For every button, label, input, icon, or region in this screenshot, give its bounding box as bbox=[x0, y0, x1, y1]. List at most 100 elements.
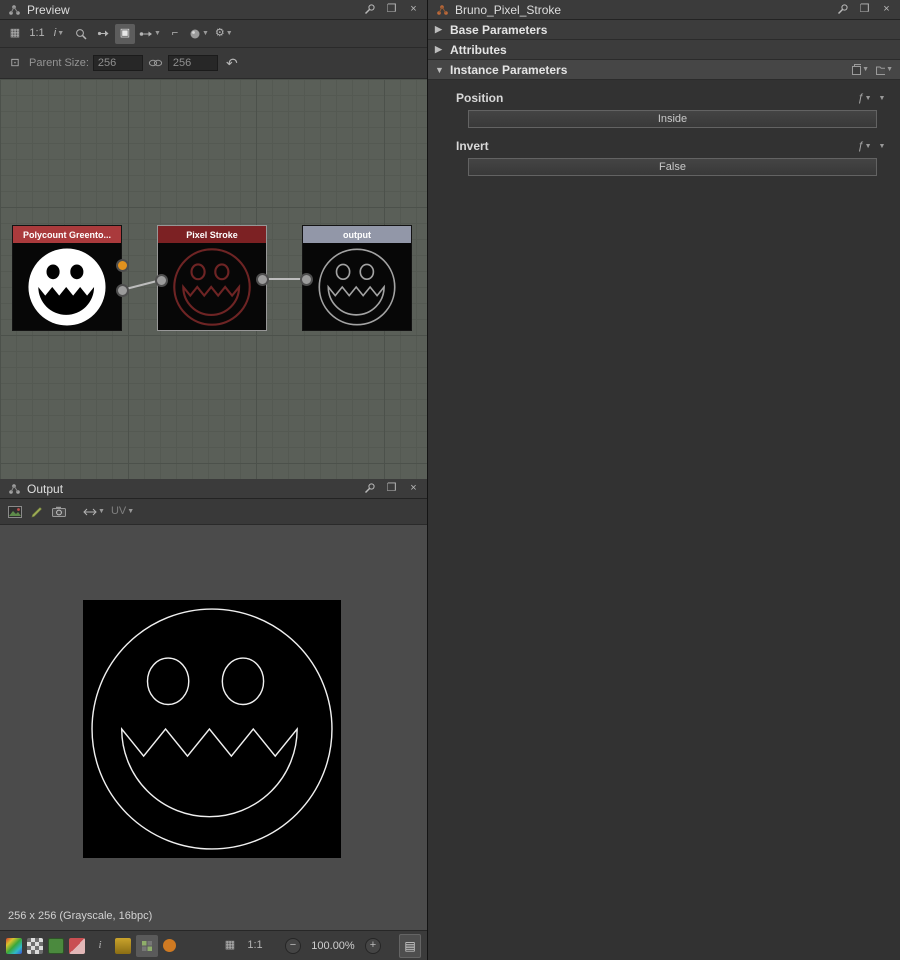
pixel-grid-button[interactable]: ▦ bbox=[220, 936, 240, 956]
resize-icon: ⊡ bbox=[10, 56, 20, 69]
link-dimensions-icon[interactable] bbox=[147, 56, 164, 71]
section-base-parameters[interactable]: ▶ Base Parameters bbox=[428, 20, 900, 40]
float-window-icon[interactable]: ❐ bbox=[383, 2, 400, 17]
uv-mode-button[interactable]: UV ▼ bbox=[109, 502, 136, 522]
param-menu-button[interactable]: ▼ bbox=[873, 91, 890, 106]
close-icon[interactable]: × bbox=[405, 481, 422, 496]
filtering-mode-button[interactable]: ▤ bbox=[399, 933, 421, 958]
output-panel-title: Output bbox=[27, 481, 64, 496]
snap-corner-button[interactable]: ⌐ bbox=[165, 24, 185, 44]
position-value-button[interactable]: Inside bbox=[468, 110, 877, 128]
info-button[interactable]: i ▼ bbox=[49, 24, 69, 44]
material-preview-button[interactable]: ▼ bbox=[187, 24, 211, 44]
panel-settings-button[interactable] bbox=[361, 2, 378, 17]
color-swatch-icon[interactable] bbox=[69, 937, 85, 954]
output-port[interactable] bbox=[256, 273, 269, 286]
parent-height-input[interactable] bbox=[167, 55, 218, 71]
reset-size-button[interactable]: ↶ bbox=[222, 53, 242, 73]
edit-image-button[interactable] bbox=[27, 502, 47, 522]
function-button[interactable]: ƒ ▼ bbox=[856, 139, 873, 154]
param-position: Position ƒ ▼ ▼ Inside bbox=[428, 89, 900, 128]
param-menu-button[interactable]: ▼ bbox=[873, 139, 890, 154]
preview-titlebar: Preview ❐ × bbox=[0, 0, 427, 20]
param-row: Invert ƒ ▼ ▼ bbox=[428, 137, 900, 155]
node-properties-icon bbox=[433, 2, 450, 17]
histogram-icon[interactable] bbox=[115, 937, 131, 954]
node-output[interactable]: output bbox=[302, 225, 412, 331]
preview-toolbar: ▦ 1:1 i ▼ ▣ ▼ ⌐ ▼ ⚙ ▼ bbox=[0, 20, 427, 48]
parent-width-input[interactable] bbox=[92, 55, 143, 71]
parent-size-toolbar: ⊡ Parent Size: ↶ bbox=[0, 48, 427, 79]
zoom-1-1-button[interactable]: 1:1 bbox=[27, 24, 47, 44]
invert-value-button[interactable]: False bbox=[468, 158, 877, 176]
grid-view-button[interactable]: ▦ bbox=[5, 24, 25, 44]
link-nodes-button[interactable] bbox=[93, 24, 113, 44]
smiley-outline-image bbox=[91, 608, 333, 850]
chevron-right-icon: ▶ bbox=[435, 44, 442, 54]
param-invert: Invert ƒ ▼ ▼ False bbox=[428, 137, 900, 176]
chevron-down-icon: ▼ bbox=[201, 30, 209, 37]
snapshot-camera-button[interactable] bbox=[49, 502, 69, 522]
image-view-area[interactable]: 256 x 256 (Grayscale, 16bpc) bbox=[0, 525, 427, 930]
node-header[interactable]: Pixel Stroke bbox=[158, 226, 266, 243]
node-pixel-stroke[interactable]: Pixel Stroke bbox=[157, 225, 267, 331]
scale-1-1-button[interactable]: 1:1 bbox=[245, 936, 265, 956]
param-label: Position bbox=[456, 91, 504, 105]
param-label: Invert bbox=[456, 139, 489, 153]
smiley-thumbnail-outline-gray bbox=[318, 247, 396, 326]
chevron-down-icon: ▼ bbox=[864, 94, 872, 102]
close-icon[interactable]: × bbox=[878, 2, 895, 17]
properties-titlebar: Bruno_Pixel_Stroke ❐ × bbox=[428, 0, 900, 20]
properties-panel-title: Bruno_Pixel_Stroke bbox=[455, 2, 562, 17]
view-statusbar: i ▦ 1:1 − 100.00% + ▤ bbox=[0, 930, 427, 960]
float-window-icon[interactable]: ❐ bbox=[383, 481, 400, 496]
node-header[interactable]: output bbox=[303, 226, 411, 243]
input-port[interactable] bbox=[155, 274, 168, 287]
node-thumbnail bbox=[13, 243, 121, 330]
output-image bbox=[83, 600, 341, 858]
green-channel-icon[interactable] bbox=[48, 937, 64, 954]
properties-panel: Bruno_Pixel_Stroke ❐ × ▶ Base Parameters… bbox=[427, 0, 900, 960]
node-graph-canvas[interactable]: Polycount Greento... Pixel Stroke output bbox=[0, 79, 427, 479]
section-label: Base Parameters bbox=[450, 22, 548, 37]
input-port[interactable] bbox=[300, 273, 313, 286]
channels-icon[interactable] bbox=[6, 937, 22, 954]
chevron-right-icon: ▶ bbox=[435, 24, 442, 34]
zoom-in-button[interactable]: + bbox=[365, 937, 381, 954]
settings-gear-button[interactable]: ⚙ ▼ bbox=[213, 24, 235, 44]
preview-panel: Preview ❐ × ▦ 1:1 i ▼ ▣ ▼ ⌐ ▼ ⚙ ▼ ⊡ Pare… bbox=[0, 0, 427, 479]
panel-settings-button[interactable] bbox=[361, 481, 378, 496]
transform-mode-button[interactable]: ▼ bbox=[81, 502, 107, 522]
close-icon[interactable]: × bbox=[405, 2, 422, 17]
app-window: Preview ❐ × ▦ 1:1 i ▼ ▣ ▼ ⌐ ▼ ⚙ ▼ ⊡ Pare… bbox=[0, 0, 900, 960]
section-instance-parameters[interactable]: ▼ Instance Parameters ▼ ▼ bbox=[428, 60, 900, 80]
section-label: Attributes bbox=[450, 42, 507, 57]
thumbnails-toggle-button[interactable]: ▣ bbox=[115, 23, 135, 44]
zoom-level-value: 100.00% bbox=[311, 939, 355, 952]
chevron-down-icon: ▼ bbox=[57, 30, 65, 37]
node-header[interactable]: Polycount Greento... bbox=[13, 226, 121, 243]
alpha-background-icon[interactable] bbox=[27, 937, 43, 954]
tiling-toggle-button[interactable] bbox=[136, 934, 158, 957]
preset-list-button[interactable]: ▼ bbox=[852, 62, 869, 77]
function-button[interactable]: ƒ ▼ bbox=[856, 91, 873, 106]
node-polycount-greentooth[interactable]: Polycount Greento... bbox=[12, 225, 122, 331]
section-label: Instance Parameters bbox=[450, 62, 568, 77]
float-window-icon[interactable]: ❐ bbox=[856, 2, 873, 17]
panel-settings-button[interactable] bbox=[834, 2, 851, 17]
filter-icon[interactable] bbox=[163, 939, 176, 952]
chevron-down-icon: ▼ bbox=[127, 508, 135, 515]
information-button[interactable]: i bbox=[90, 936, 110, 956]
section-attributes[interactable]: ▶ Attributes bbox=[428, 40, 900, 60]
zoom-tool-button[interactable] bbox=[71, 24, 91, 44]
output-titlebar: Output ❐ × bbox=[0, 479, 427, 499]
output-port[interactable] bbox=[116, 284, 129, 297]
zoom-out-button[interactable]: − bbox=[285, 937, 301, 954]
parent-size-label: Parent Size: bbox=[29, 57, 89, 69]
connection-style-button[interactable]: ▼ bbox=[137, 24, 163, 44]
chevron-down-icon: ▼ bbox=[225, 30, 233, 37]
output-port-highlighted[interactable] bbox=[116, 259, 129, 272]
uv-label: UV bbox=[110, 505, 127, 517]
preset-folder-button[interactable]: ▼ bbox=[876, 62, 893, 77]
image-display-button[interactable] bbox=[5, 502, 25, 522]
